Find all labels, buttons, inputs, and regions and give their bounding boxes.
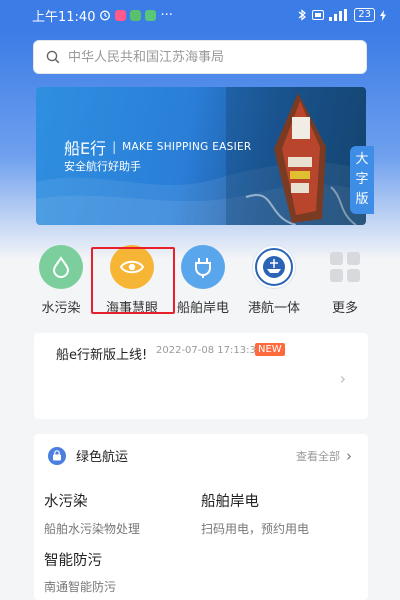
quick-action-more[interactable]: 更多: [310, 245, 380, 325]
status-left: 上午11:40 ···: [32, 6, 173, 25]
big-font-toggle[interactable]: 大字版: [350, 146, 374, 214]
signal-icon: [329, 9, 348, 21]
plug-icon: [181, 245, 225, 289]
battery-level: 23: [354, 8, 375, 22]
view-all-label: 查看全部: [296, 450, 340, 463]
quick-action-label: 更多: [331, 301, 358, 316]
new-badge: NEW: [255, 343, 285, 356]
app-notification-icon: [145, 9, 157, 21]
quick-action-label: 水污染: [41, 301, 81, 316]
banner-slogan-en: MAKE SHIPPING EASIER: [122, 141, 252, 153]
nfc-icon: [312, 10, 325, 20]
status-time: 上午11:40: [32, 9, 96, 25]
maritime-emblem-icon: [252, 245, 296, 289]
quick-actions: 水污染 海事慧眼 船舶岸电 港航一体 更多: [26, 245, 380, 325]
banner-title: 船E行 | MAKE SHIPPING EASIER: [64, 135, 252, 159]
chevron-right-icon: ›: [339, 369, 346, 388]
quick-action-port-integration[interactable]: 港航一体: [239, 245, 309, 325]
app-notification-icon: [130, 9, 142, 21]
section-title: 绿色航运: [76, 450, 129, 465]
news-card[interactable]: 船e行新版上线! 2022-07-08 17:13:35 NEW ›: [34, 333, 368, 419]
status-more: ···: [160, 7, 173, 23]
quick-action-label: 港航一体: [247, 301, 300, 316]
search-bar[interactable]: [33, 40, 367, 74]
search-icon: [46, 50, 60, 64]
bluetooth-icon: [298, 9, 307, 21]
green-shipping-card: 绿色航运 查看全部 › 水污染 船舶水污染物处理 船舶岸电 扫码用电，预约用电 …: [34, 434, 368, 600]
quick-action-water-pollution[interactable]: 水污染: [26, 245, 96, 325]
service-desc-water-pollution: 船舶水污染物处理: [44, 522, 141, 536]
service-title-smart-antifouling[interactable]: 智能防污: [44, 549, 102, 570]
service-desc-shore-power: 扫码用电，预约用电: [201, 522, 310, 536]
big-font-label: 大字版: [355, 152, 369, 207]
app-notification-icon: [115, 9, 127, 21]
news-title: 船e行新版上线!: [56, 348, 148, 363]
chevron-right-icon: ›: [346, 447, 352, 465]
service-desc-smart-antifouling: 南通智能防污: [44, 580, 117, 594]
lock-icon: [48, 446, 66, 465]
status-right: 23: [298, 8, 386, 22]
section-header: 绿色航运: [48, 446, 128, 465]
quick-action-label: 船舶岸电: [176, 301, 229, 316]
search-input[interactable]: [68, 49, 348, 65]
banner-slogan: 安全航行好助手: [64, 160, 141, 173]
grid-icon: [323, 245, 367, 289]
alarm-icon: [100, 10, 111, 21]
service-title-shore-power[interactable]: 船舶岸电: [201, 490, 259, 511]
news-time: 2022-07-08 17:13:35: [156, 345, 263, 356]
status-bar: 上午11:40 ··· 23: [0, 0, 400, 30]
banner-brand: 船E行: [64, 139, 107, 158]
view-all-link[interactable]: 查看全部 ›: [296, 447, 352, 465]
selection-highlight: [91, 247, 175, 314]
banner-separator: |: [112, 140, 117, 154]
promo-banner[interactable]: 船E行 | MAKE SHIPPING EASIER 安全航行好助手: [36, 87, 366, 225]
service-title-water-pollution[interactable]: 水污染: [44, 490, 88, 511]
charging-icon: [380, 9, 386, 21]
quick-action-shore-power[interactable]: 船舶岸电: [168, 245, 238, 325]
water-drop-icon: [39, 245, 83, 289]
